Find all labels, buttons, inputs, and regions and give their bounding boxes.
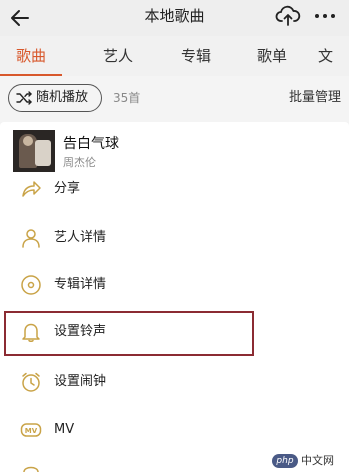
- song-artist: 周杰伦: [63, 156, 96, 169]
- list-toolbar: 随机播放 35首 批量管理: [0, 76, 349, 122]
- song-title: 告白气球: [63, 136, 119, 152]
- watermark-logo: php: [272, 454, 298, 468]
- menu-label-share: 分享: [54, 181, 81, 196]
- shuffle-play-button[interactable]: 随机播放: [8, 84, 102, 112]
- tab-artists[interactable]: 艺人: [88, 36, 148, 76]
- tab-albums[interactable]: 专辑: [166, 36, 226, 76]
- tab-folders[interactable]: 文: [318, 36, 349, 76]
- menu-label-mv: MV: [54, 422, 75, 437]
- menu-item-album-detail[interactable]: 专辑详情: [0, 265, 349, 305]
- menu-label-artist-detail: 艺人详情: [54, 230, 107, 245]
- person-icon: [22, 229, 40, 248]
- menu-label-album-detail: 专辑详情: [54, 277, 107, 292]
- disc-icon: [21, 275, 41, 295]
- svg-text:MV: MV: [25, 427, 38, 435]
- more-horizontal-icon[interactable]: [312, 4, 338, 28]
- album-cover: [13, 130, 55, 172]
- song-count: 35首: [113, 91, 141, 105]
- mv-icon: MV: [20, 423, 42, 437]
- shuffle-play-label: 随机播放: [36, 90, 89, 105]
- tab-songs[interactable]: 歌曲: [1, 36, 61, 76]
- alarm-clock-icon: [22, 372, 40, 392]
- menu-item-set-alarm[interactable]: 设置闹钟: [0, 362, 349, 402]
- top-bar: 本地歌曲: [0, 0, 349, 36]
- watermark: php 中文网: [268, 452, 348, 470]
- menu-item-mv[interactable]: MV MV: [0, 410, 349, 450]
- batch-manage-button[interactable]: 批量管理: [289, 84, 341, 112]
- share-icon: [22, 181, 41, 197]
- menu-item-artist-detail[interactable]: 艺人详情: [0, 218, 349, 258]
- tab-bar: 歌曲 艺人 专辑 歌单 文: [0, 36, 349, 76]
- tab-playlists[interactable]: 歌单: [242, 36, 302, 76]
- next-item-icon: [23, 466, 39, 472]
- app-screen: 本地歌曲 歌曲 艺人 专辑 歌单 文 随机播放 35首 批量管理 告白气球 周杰…: [0, 0, 349, 472]
- menu-label-set-alarm: 设置闹钟: [54, 374, 107, 389]
- menu-item-share[interactable]: 分享: [0, 169, 349, 209]
- highlight-annotation: [4, 311, 254, 356]
- cloud-upload-icon[interactable]: [275, 4, 301, 28]
- shuffle-icon: [16, 91, 32, 105]
- watermark-text: 中文网: [301, 454, 334, 467]
- song-action-sheet: 告白气球 周杰伦 分享 艺人详情 专辑详情 设置铃声 设置闹钟 MV MV: [0, 122, 349, 472]
